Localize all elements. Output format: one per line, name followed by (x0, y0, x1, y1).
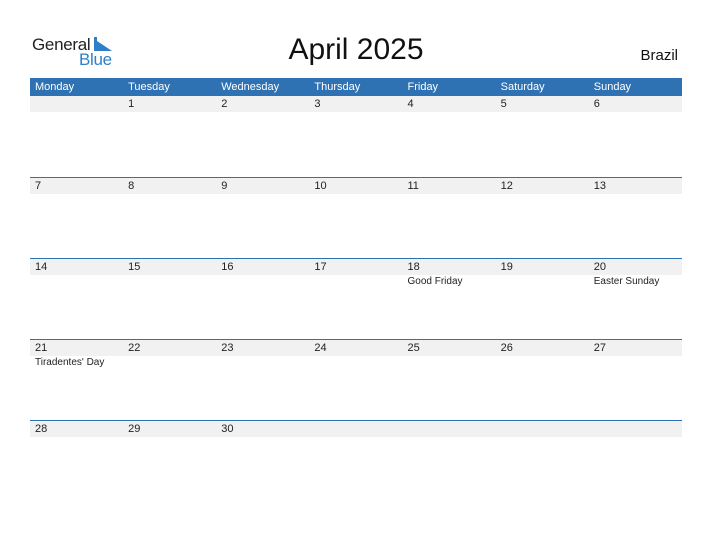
weekday-header: Monday Tuesday Wednesday Thursday Friday… (30, 78, 682, 96)
day-number: 12 (500, 180, 513, 192)
weekday-saturday: Saturday (500, 81, 545, 93)
day-cell: 28 (30, 421, 123, 501)
day-cell (589, 421, 682, 501)
week-days: 1 2 3 4 5 6 (30, 96, 682, 177)
day-number: 5 (500, 98, 507, 110)
day-number: 21 (35, 342, 48, 354)
day-number: 6 (593, 98, 600, 110)
day-number: 14 (35, 261, 48, 273)
day-number: 8 (128, 180, 135, 192)
day-number: 13 (593, 180, 606, 192)
day-number: 18 (407, 261, 420, 273)
week-days: 14 15 16 17 18 Good Friday 19 20 Easter Sunday (30, 259, 682, 339)
day-cell (403, 421, 496, 501)
calendar-grid: Monday Tuesday Wednesday Thursday Friday… (30, 78, 682, 501)
week-row: 28 29 30 (30, 420, 682, 501)
holiday-label: Easter Sunday (593, 276, 660, 287)
week-days: 28 29 30 (30, 421, 682, 501)
day-cell: 24 (309, 340, 402, 420)
day-cell (30, 96, 123, 177)
day-number: 17 (314, 261, 327, 273)
day-number: 29 (128, 423, 141, 435)
holiday-label: Tiradentes' Day (35, 357, 105, 368)
day-cell: 21 Tiradentes' Day (30, 340, 123, 420)
day-number: 28 (35, 423, 48, 435)
day-cell: 22 (123, 340, 216, 420)
day-cell: 4 (403, 96, 496, 177)
day-number: 1 (128, 98, 135, 110)
day-cell: 25 (403, 340, 496, 420)
day-cell: 27 (589, 340, 682, 420)
day-cell: 6 (589, 96, 682, 177)
weekday-friday: Friday (407, 81, 439, 93)
day-number: 30 (221, 423, 234, 435)
day-number: 10 (314, 180, 327, 192)
day-cell: 20 Easter Sunday (589, 259, 682, 339)
day-cell: 18 Good Friday (403, 259, 496, 339)
day-number: 9 (221, 180, 228, 192)
day-number: 15 (128, 261, 141, 273)
day-number: 25 (407, 342, 420, 354)
day-cell: 16 (216, 259, 309, 339)
day-cell: 1 (123, 96, 216, 177)
day-number: 16 (221, 261, 234, 273)
weekday-tuesday: Tuesday (128, 81, 170, 93)
day-number: 23 (221, 342, 234, 354)
day-number: 19 (500, 261, 513, 273)
day-number: 4 (407, 98, 414, 110)
weekday-monday: Monday (35, 81, 75, 93)
day-number (501, 421, 589, 437)
day-number: 2 (221, 98, 228, 110)
day-cell: 14 (30, 259, 123, 339)
day-cell: 12 (496, 178, 589, 258)
day-cell: 2 (216, 96, 309, 177)
day-cell: 10 (309, 178, 402, 258)
week-row: 14 15 16 17 18 Good Friday 19 20 Easter Sunday (30, 258, 682, 339)
day-number (408, 421, 496, 437)
day-cell: 7 (30, 178, 123, 258)
day-number: 22 (128, 342, 141, 354)
day-cell: 13 (589, 178, 682, 258)
country-label: Brazil (640, 47, 678, 64)
day-number: 20 (593, 261, 606, 273)
day-cell: 3 (309, 96, 402, 177)
day-cell: 29 (123, 421, 216, 501)
day-cell: 15 (123, 259, 216, 339)
weeks-container: 1 2 3 4 5 6 7 8 9 10 11 12 13 14 15 16 17 18 Good Friday 19… (30, 96, 682, 501)
day-cell: 8 (123, 178, 216, 258)
day-number (314, 421, 402, 437)
day-cell (496, 421, 589, 501)
week-days: 7 8 9 10 11 12 13 (30, 178, 682, 258)
day-cell: 11 (403, 178, 496, 258)
weekday-thursday: Thursday (314, 81, 361, 93)
day-number (594, 421, 682, 437)
week-row: 7 8 9 10 11 12 13 (30, 177, 682, 258)
day-number: 27 (593, 342, 606, 354)
week-days: 21 Tiradentes' Day 22 23 24 25 26 27 (30, 340, 682, 420)
day-cell: 30 (216, 421, 309, 501)
day-cell: 23 (216, 340, 309, 420)
day-number: 7 (35, 180, 42, 192)
day-number: 11 (407, 180, 419, 192)
day-number: 24 (314, 342, 327, 354)
holiday-label: Good Friday (407, 276, 463, 287)
day-cell: 9 (216, 178, 309, 258)
day-number: 26 (500, 342, 513, 354)
weekday-wednesday: Wednesday (221, 81, 280, 93)
day-cell: 5 (496, 96, 589, 177)
day-cell: 26 (496, 340, 589, 420)
weekday-sunday: Sunday (593, 81, 632, 93)
week-row: 1 2 3 4 5 6 (30, 96, 682, 177)
week-row: 21 Tiradentes' Day 22 23 24 25 26 27 (30, 339, 682, 420)
calendar-title: April 2025 (288, 33, 424, 66)
day-cell (309, 421, 402, 501)
day-cell: 19 (496, 259, 589, 339)
day-number: 3 (314, 98, 321, 110)
day-cell: 17 (309, 259, 402, 339)
day-number (35, 96, 123, 112)
